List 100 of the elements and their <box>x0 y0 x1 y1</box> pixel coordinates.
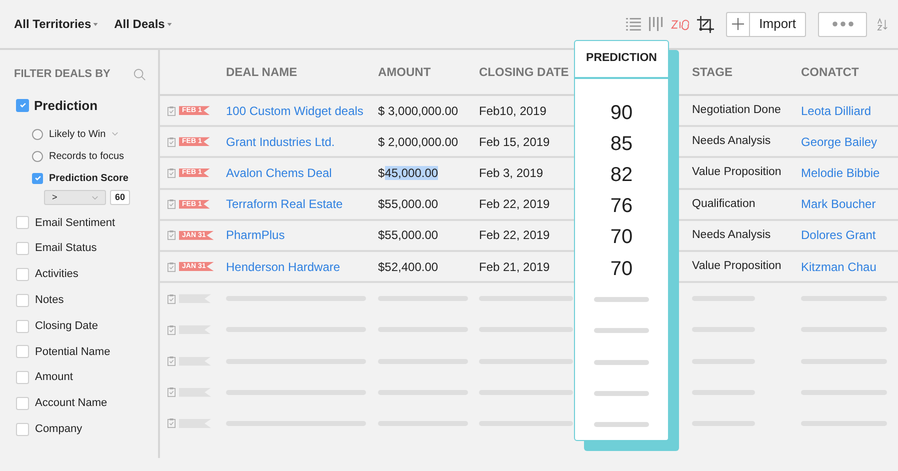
list-view-icon[interactable] <box>626 18 642 30</box>
clipboard-icon <box>167 356 176 366</box>
filter-title: FILTER DEALS BY <box>14 67 110 82</box>
amount-cell-text: $ 3,000,000.00 <box>377 102 460 120</box>
contact-link[interactable]: Dolores Grant <box>797 226 898 244</box>
checkbox[interactable] <box>16 242 29 256</box>
radio-button[interactable] <box>32 150 43 162</box>
checkmark-icon <box>18 101 26 110</box>
date-cell-text: Feb10, 2019 <box>478 102 548 120</box>
filter-label: Email Status <box>35 241 97 256</box>
deal-link[interactable]: Terraform Real Estate <box>222 195 376 214</box>
column-header: STAGE <box>691 64 734 81</box>
contact-link[interactable]: Leota Dilliard <box>797 102 898 120</box>
filter-label: Closing Date <box>35 318 98 334</box>
filter-label: Company <box>35 422 82 438</box>
more-icon <box>832 21 854 27</box>
caret-icon <box>166 22 172 26</box>
amount-cell-text: $55,000.00 <box>377 196 440 214</box>
prediction-score: 82 <box>610 162 633 188</box>
amount-cell-text: $45,000.00 <box>377 164 440 182</box>
column-header: CLOSING DATE <box>478 64 570 81</box>
operator-select[interactable]: > <box>44 190 106 205</box>
filter-label: Amount <box>35 370 73 386</box>
contact-link[interactable]: Melodie Bibbie <box>797 164 898 182</box>
checkbox[interactable] <box>16 422 29 436</box>
date-cell-text: Feb 22, 2019 <box>478 196 551 214</box>
date-cell-text: Feb 3, 2019 <box>478 164 544 182</box>
checkbox[interactable] <box>16 371 29 384</box>
radio-button[interactable] <box>32 128 43 140</box>
stage-cell-text: Needs Analysis <box>691 134 772 150</box>
checked-checkbox[interactable] <box>16 98 29 112</box>
clipboard-icon <box>167 324 176 335</box>
prediction-score: 70 <box>610 225 633 250</box>
view-dropdown[interactable]: All Deals <box>114 15 172 33</box>
deal-link[interactable]: PharmPlus <box>222 226 376 244</box>
score-input[interactable]: 60 <box>110 190 130 205</box>
loading-bar <box>594 328 649 334</box>
checkbox[interactable] <box>16 396 29 410</box>
import-button[interactable]: Import <box>750 12 805 36</box>
stage-cell-text: Negotiation Done <box>691 102 782 118</box>
clipboard-icon <box>167 136 176 147</box>
amount-cell-text: $55,000.00 <box>377 227 440 244</box>
deal-link[interactable]: Avalon Chems Deal <box>222 164 376 182</box>
amount-cell-text: $52,400.00 <box>377 258 440 276</box>
kanban-view-icon[interactable] <box>649 17 664 31</box>
date-cell-text: Feb 22, 2019 <box>478 227 551 244</box>
filter-option: Records to focus <box>49 148 124 164</box>
checkbox[interactable] <box>16 268 29 281</box>
column-header: DEAL NAME <box>225 64 298 81</box>
filter-option: Likely to Win <box>49 126 106 142</box>
checkbox[interactable] <box>16 294 29 307</box>
filter-label: Email Sentiment <box>35 216 116 231</box>
contact-link[interactable]: Mark Boucher <box>797 195 898 214</box>
filter-label: Account Name <box>35 396 108 412</box>
caret-icon <box>93 22 98 26</box>
assistant-icon[interactable] <box>671 18 690 30</box>
chevron-down-icon[interactable] <box>112 132 118 136</box>
loading-bar <box>594 422 649 427</box>
contact-link[interactable]: Kitzman Chau <box>797 258 898 276</box>
checked-checkbox[interactable] <box>32 172 43 184</box>
clipboard-icon <box>167 418 176 428</box>
contact-link[interactable]: George Bailey <box>797 132 898 151</box>
checkbox[interactable] <box>16 320 29 333</box>
loading-bar <box>594 297 649 302</box>
filter-label: Activities <box>35 267 78 282</box>
clipboard-icon <box>167 199 176 210</box>
column-header: AMOUNT <box>377 64 432 81</box>
column-header: CONATCT <box>800 64 860 81</box>
loading-bar <box>594 360 649 365</box>
clipboard-icon <box>167 168 176 178</box>
loading-bar <box>594 390 649 396</box>
view-dropdown[interactable]: All Territories <box>14 15 98 33</box>
prediction-score: 70 <box>610 256 633 282</box>
clipboard-icon <box>167 262 176 272</box>
deal-link[interactable]: 100 Custom Widget deals <box>222 102 376 120</box>
crop-tool-icon[interactable] <box>697 16 714 32</box>
stage-cell-text: Qualification <box>691 196 756 212</box>
date-cell-text: Feb 15, 2019 <box>478 134 551 151</box>
filter-label: Notes <box>35 293 64 308</box>
filter-label: Prediction <box>34 96 98 114</box>
stage-cell-text: Value Proposition <box>691 258 782 274</box>
deal-link[interactable]: Grant Industries Ltd. <box>222 132 376 151</box>
chevron-down-icon <box>92 196 98 200</box>
prediction-header: PREDICTION <box>586 51 657 66</box>
checkbox[interactable] <box>16 345 29 358</box>
amount-cell-text: $ 2,000,000.00 <box>377 134 460 151</box>
filter-option: Prediction Score <box>49 170 128 186</box>
more-button[interactable] <box>818 12 867 36</box>
deal-link[interactable]: Henderson Hardware <box>222 258 376 276</box>
prediction-score: 90 <box>610 100 633 126</box>
clipboard-icon <box>167 387 176 398</box>
checkbox[interactable] <box>16 216 29 230</box>
search-icon[interactable] <box>133 68 146 81</box>
sort-icon[interactable] <box>877 18 888 30</box>
clipboard-icon <box>167 294 176 304</box>
checkmark-icon <box>34 174 42 182</box>
date-cell-text: Feb 21, 2019 <box>478 258 551 276</box>
prediction-score: 76 <box>610 194 633 220</box>
stage-cell-text: Value Proposition <box>691 165 782 180</box>
plus-icon <box>732 18 744 30</box>
